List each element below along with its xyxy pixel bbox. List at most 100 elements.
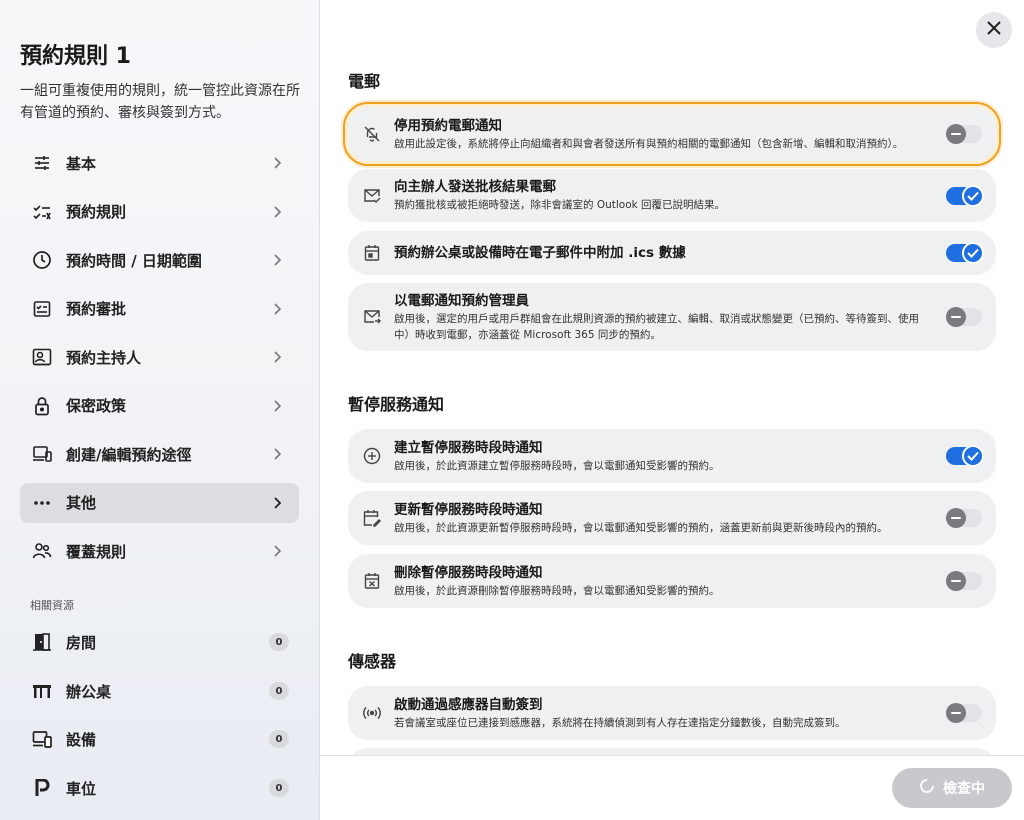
device-icon — [32, 729, 52, 749]
sidebar-item-privacy[interactable]: 保密政策 — [20, 386, 299, 426]
desk-icon — [32, 681, 52, 701]
toggle-switch[interactable] — [946, 445, 984, 467]
toggle-switch[interactable] — [946, 184, 984, 207]
section-heading-sensor: 傳感器 — [348, 652, 397, 671]
check-icon — [962, 445, 984, 467]
toggle-switch[interactable] — [946, 242, 984, 264]
sidebar-item-basic[interactable]: 基本 — [20, 143, 299, 183]
host-icon — [32, 347, 52, 367]
sidebar-item-booking-rules[interactable]: 預約規則 — [20, 192, 299, 232]
toggle-switch[interactable] — [946, 571, 982, 591]
setting-title: 刪除暫停服務時段時通知 — [394, 564, 543, 581]
setting-description: 啟用後，選定的用戶或用戶群組會在此規則資源的預約被建立、編輯、取消或狀態變更（已… — [394, 312, 919, 341]
mail-check-icon — [362, 186, 382, 206]
checking-button[interactable]: 檢查中 — [892, 768, 1012, 808]
chevron-right-icon — [269, 398, 285, 414]
setting-notify-delete-oos: 刪除暫停服務時段時通知 啟用後，於此資源刪除暫停服務時段時，會以電郵通知受影響的… — [348, 554, 996, 608]
rule-description: 一組可重複使用的規則，統一管控此資源在所有管道的預約、審核與簽到方式。 — [20, 83, 300, 121]
setting-title: 以電郵通知預約管理員 — [394, 292, 529, 309]
checklist-icon — [32, 202, 52, 222]
sidebar-item-label: 保密政策 — [66, 397, 127, 415]
toggle-knob — [946, 124, 966, 144]
sidebar-nav: 基本 預約規則 預約時間 / 日期範圍 預約審批 預約主持人 保密政策 創建/編… — [20, 143, 299, 580]
sidebar-item-channels[interactable]: 創建/編輯預約途徑 — [20, 434, 299, 474]
sidebar-item-label: 預約時間 / 日期範圍 — [66, 251, 202, 270]
spinner-icon — [919, 778, 935, 798]
setting-card-partial — [348, 748, 996, 755]
sidebar-item-override[interactable]: 覆蓋規則 — [20, 531, 299, 571]
devices-icon — [32, 444, 52, 464]
setting-sensor-auto-checkin: 啟動通過感應器自動簽到 若會議室或座位已連接到感應器，系統將在持續偵測到有人存在… — [348, 686, 996, 740]
sidebar-item-label: 其他 — [66, 494, 97, 512]
chevron-right-icon — [269, 204, 285, 220]
checking-label: 檢查中 — [943, 781, 985, 797]
check-icon — [962, 242, 984, 264]
resource-label: 車位 — [66, 779, 97, 798]
lock-icon — [32, 396, 52, 416]
setting-notify-update-oos: 更新暫停服務時段時通知 啟用後，於此資源更新暫停服務時段時，會以電郵通知受影響的… — [348, 491, 996, 545]
setting-title: 建立暫停服務時段時通知 — [394, 439, 543, 456]
sidebar: 預約規則 1 一組可重複使用的規則，統一管控此資源在所有管道的預約、審核與簽到方… — [0, 0, 320, 820]
setting-description: 預約獲批核或被拒絕時發送，除非會議室的 Outlook 回覆已說明結果。 — [394, 199, 726, 211]
setting-title: 預約辦公桌或設備時在電子郵件中附加 .ics 數據 — [394, 245, 686, 261]
sidebar-item-label: 覆蓋規則 — [66, 542, 127, 561]
setting-notify-admins: 以電郵通知預約管理員 啟用後，選定的用戶或用戶群組會在此規則資源的預約被建立、編… — [348, 283, 996, 351]
chevron-right-icon — [269, 495, 285, 511]
sliders-icon — [32, 153, 52, 173]
resource-count-badge: 0 — [269, 633, 289, 651]
calendar-icon — [362, 243, 382, 263]
resource-count-badge: 0 — [269, 779, 289, 797]
sidebar-item-label: 基本 — [66, 154, 97, 173]
plus-circle-icon — [362, 446, 382, 466]
resource-item-rooms[interactable]: 房間 0 — [20, 622, 299, 662]
section-heading-out-of-service: 暫停服務通知 — [348, 395, 445, 414]
setting-title: 啟動通過感應器自動簽到 — [394, 696, 543, 713]
sidebar-item-label: 預約規則 — [66, 203, 127, 221]
chevron-right-icon — [269, 349, 285, 365]
calendar-edit-icon — [362, 508, 382, 528]
resource-item-parking[interactable]: 車位 0 — [20, 768, 299, 808]
sidebar-item-label: 預約審批 — [66, 300, 127, 318]
parking-icon — [32, 778, 52, 798]
resource-label: 房間 — [66, 633, 97, 652]
setting-description: 若會議室或座位已連接到感應器，系統將在持續偵測到有人存在達指定分鐘數後，自動完成… — [394, 716, 846, 729]
door-icon — [32, 632, 52, 652]
setting-description: 啟用後，於此資源更新暫停服務時段時，會以電郵通知受影響的預約，涵蓋更新前與更新後… — [394, 521, 888, 534]
toggle-knob — [946, 571, 966, 591]
chevron-right-icon — [269, 155, 285, 171]
chevron-right-icon — [269, 543, 285, 559]
related-resources-label: 相關資源 — [30, 599, 74, 612]
toggle-knob — [946, 307, 966, 327]
approval-icon — [32, 299, 52, 319]
sidebar-item-other[interactable]: 其他 — [20, 482, 299, 523]
chevron-right-icon — [269, 301, 285, 317]
toggle-switch[interactable] — [946, 703, 982, 723]
setting-description: 啟用此設定後，系統將停止向組織者和與會者發送所有與預約相關的電郵通知（包含新增、… — [394, 137, 904, 150]
sidebar-item-host[interactable]: 預約主持人 — [20, 337, 299, 377]
rule-title: 預約規則 1 — [20, 44, 131, 69]
toggle-switch[interactable] — [946, 508, 982, 528]
sensor-icon — [362, 703, 382, 723]
setting-description: 啟用後，於此資源建立暫停服務時段時，會以電郵通知受影響的預約。 — [394, 459, 720, 472]
resource-item-desks[interactable]: 辦公桌 0 — [20, 671, 299, 711]
setting-attach-ics: 預約辦公桌或設備時在電子郵件中附加 .ics 數據 — [348, 231, 996, 275]
toggle-switch[interactable] — [946, 124, 982, 144]
resource-count-badge: 0 — [269, 682, 289, 700]
setting-title: 向主辦人發送批核結果電郵 — [394, 179, 556, 195]
resource-item-equipment[interactable]: 設備 0 — [20, 719, 299, 759]
toggle-switch[interactable] — [946, 307, 982, 327]
sidebar-item-label: 創建/編輯預約途徑 — [66, 445, 192, 464]
section-heading-email: 電郵 — [348, 72, 381, 91]
mail-forward-icon — [362, 307, 382, 327]
check-icon — [962, 184, 984, 207]
toggle-knob — [946, 508, 966, 528]
close-icon — [986, 20, 1002, 40]
bell-off-icon — [362, 124, 382, 144]
sidebar-item-time-range[interactable]: 預約時間 / 日期範圍 — [20, 240, 299, 280]
chevron-right-icon — [269, 252, 285, 268]
setting-description: 啟用後，於此資源刪除暫停服務時段時，會以電郵通知受影響的預約。 — [394, 584, 720, 597]
sidebar-item-approval[interactable]: 預約審批 — [20, 289, 299, 329]
close-button[interactable] — [976, 12, 1012, 48]
toggle-knob — [946, 703, 966, 723]
resource-label: 設備 — [66, 730, 97, 749]
